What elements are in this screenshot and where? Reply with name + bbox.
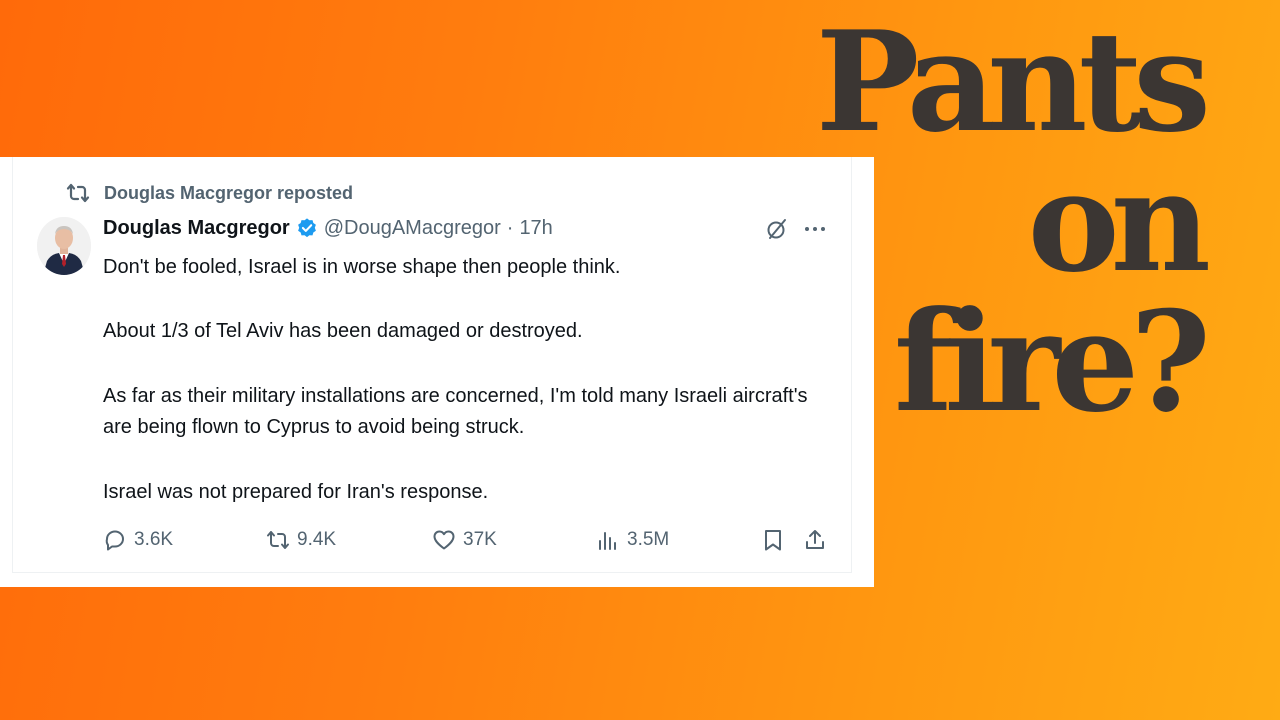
like-count: 37K — [463, 529, 497, 550]
share-icon — [806, 530, 824, 549]
verified-badge-icon — [297, 218, 316, 238]
more-icon[interactable] — [803, 219, 827, 239]
tweet-paragraph: As far as their military installations a… — [103, 385, 808, 438]
timestamp[interactable]: 17h — [519, 217, 552, 240]
grok-icon[interactable] — [765, 217, 789, 241]
tweet-paragraph: Don't be fooled, Israel is in worse shap… — [103, 256, 621, 278]
display-name[interactable]: Douglas Macgregor — [103, 217, 290, 240]
avatar-photo — [37, 217, 91, 275]
bookmark-button[interactable] — [761, 523, 792, 557]
repost-icon — [267, 531, 289, 549]
repost-indicator[interactable]: Douglas Macgregor reposted — [66, 181, 353, 205]
tweet-actions: 3.6K 9.4K 37K 3.5M — [0, 523, 874, 557]
avatar[interactable] — [37, 217, 91, 275]
reply-icon — [105, 530, 124, 551]
share-button[interactable] — [803, 523, 834, 557]
views-button[interactable]: 3.5M — [596, 523, 669, 557]
bookmark-icon — [765, 530, 781, 551]
tweet-header: Douglas Macgregor @DougAMacgregor · 17h — [103, 214, 553, 242]
tweet-card[interactable]: Douglas Macgregor reposted Douglas Macgr… — [0, 157, 874, 587]
views-icon — [599, 532, 616, 550]
repost-button[interactable]: 9.4K — [266, 523, 336, 557]
like-button[interactable]: 37K — [432, 523, 497, 557]
tweet-paragraph: Israel was not prepared for Iran's respo… — [103, 481, 489, 503]
handle[interactable]: @DougAMacgregor — [324, 217, 501, 240]
reply-count: 3.6K — [134, 529, 174, 550]
reply-button[interactable]: 3.6K — [103, 523, 173, 557]
repost-label: Douglas Macgregor reposted — [104, 182, 354, 203]
tweet-text: Don't be fooled, Israel is in worse shap… — [103, 252, 833, 508]
views-count: 3.5M — [627, 529, 670, 550]
heart-icon — [433, 530, 455, 550]
repost-icon — [66, 183, 90, 203]
tweet-paragraph: About 1/3 of Tel Aviv has been damaged o… — [103, 320, 583, 342]
repost-count: 9.4K — [297, 529, 337, 550]
headline-line-1: Pants — [815, 0, 1211, 163]
separator-dot: · — [506, 216, 514, 239]
